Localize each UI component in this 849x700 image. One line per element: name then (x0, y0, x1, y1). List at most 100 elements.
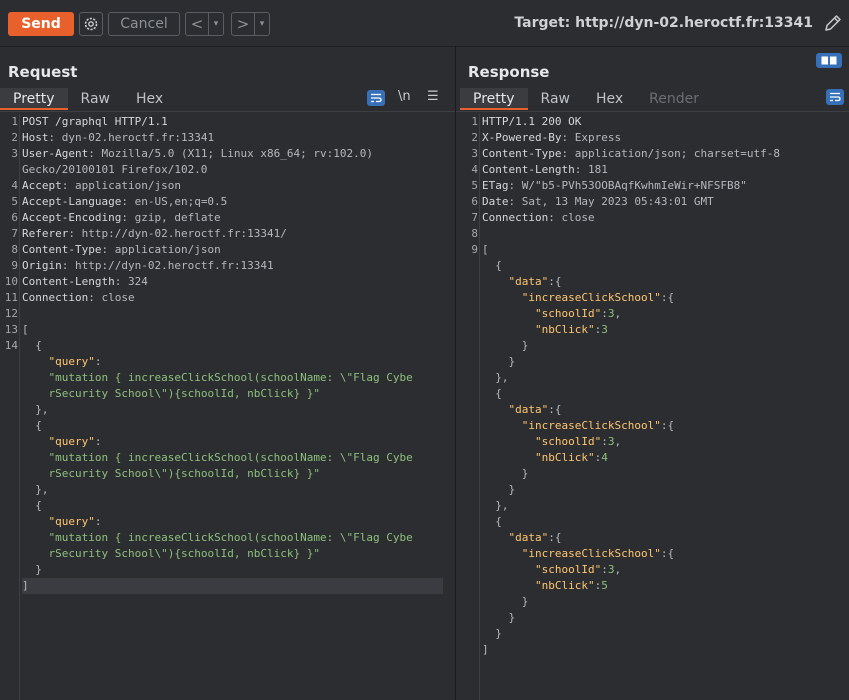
header-name: ETag (482, 179, 509, 192)
response-tabs: Pretty Raw Hex Render (460, 88, 712, 110)
tab-response-pretty[interactable]: Pretty (460, 88, 528, 110)
json-brace: }, (35, 403, 49, 416)
header-value: : gzip, deflate (121, 211, 221, 224)
code-line: "schoolId":3, (482, 306, 847, 322)
code-line: Content-Type: application/json; charset=… (482, 146, 847, 162)
header-value: : application/json (61, 179, 181, 192)
layout-toggle-button[interactable] (816, 53, 842, 68)
code-line: "mutation { increaseClickSchool(schoolNa… (22, 450, 443, 466)
header-value: : http://dyn-02.heroctf.fr:13341/ (68, 227, 287, 240)
tab-request-raw[interactable]: Raw (68, 88, 123, 110)
code-line: }, (482, 370, 847, 386)
cancel-button[interactable]: Cancel (108, 12, 180, 36)
code-line: ETag: W/"b5-PVh53OOBAqfKwhmIeWir+NFSFB8" (482, 178, 847, 194)
json-brace: }, (495, 499, 509, 512)
forward-nav: > ▾ (231, 12, 270, 36)
code-line: } (482, 354, 847, 370)
line-number: 11 (4, 291, 18, 304)
json-string: "mutation { increaseClickSchool(schoolNa… (48, 451, 413, 464)
json-string: rSecurity School\"){schoolId, nbClick} }… (48, 467, 321, 480)
request-code: POST /graphql HTTP/1.1 Host: dyn-02.hero… (22, 114, 443, 594)
code-line: } (482, 338, 847, 354)
back-history-dropdown[interactable]: ▾ (208, 13, 223, 35)
json-key: "query" (48, 435, 95, 448)
json-brace: { (35, 419, 42, 432)
code-line: ] (482, 642, 847, 658)
back-button[interactable]: < (186, 15, 208, 33)
header-value: : Express (561, 131, 622, 144)
json-string: "mutation { increaseClickSchool(schoolNa… (48, 531, 413, 544)
code-line: }, (22, 482, 443, 498)
send-button[interactable]: Send (8, 12, 74, 36)
header-name: Content-Type (482, 147, 562, 160)
tab-response-render[interactable]: Render (636, 88, 712, 110)
line-number: 9 (471, 243, 478, 256)
code-line: Host: dyn-02.heroctf.fr:13341 (22, 130, 443, 146)
json-comma: , (614, 563, 622, 576)
tab-response-hex[interactable]: Hex (583, 88, 636, 110)
line-number: 13 (4, 323, 18, 336)
line-number: 3 (11, 147, 18, 160)
header-name: Connection (482, 211, 549, 224)
request-title: Request (8, 63, 78, 81)
code-line: Content-Type: application/json (22, 242, 443, 258)
request-editor[interactable]: 1 2 3 4 5 6 7 8 9 10 11 12 13 14 POST /g… (0, 114, 455, 700)
line-number: 4 (11, 179, 18, 192)
response-wrap-toggle[interactable] (826, 89, 844, 105)
json-brace: { (495, 259, 502, 272)
code-line: rSecurity School\"){schoolId, nbClick} }… (22, 546, 443, 562)
code-line: "data":{ (482, 402, 847, 418)
json-key: "data" (508, 531, 549, 544)
forward-history-dropdown[interactable]: ▾ (254, 13, 269, 35)
edit-target-button[interactable] (823, 13, 843, 33)
json-brace: { (667, 547, 675, 560)
tab-request-pretty[interactable]: Pretty (0, 88, 68, 110)
word-wrap-icon (830, 92, 841, 102)
current-code-line: ] (22, 578, 443, 594)
code-line: Origin: http://dyn-02.heroctf.fr:13341 (22, 258, 443, 274)
header-value: : 324 (114, 275, 148, 288)
header-value: : application/json; charset=utf-8 (561, 147, 781, 160)
json-key: "schoolId" (534, 563, 602, 576)
json-key: "nbClick" (534, 323, 595, 336)
status-line: HTTP/1.1 200 OK (482, 115, 582, 128)
request-gutter: 1 2 3 4 5 6 7 8 9 10 11 12 13 14 (0, 114, 18, 354)
code-line: } (482, 466, 847, 482)
line-number: 10 (4, 275, 18, 288)
json-brace: } (508, 355, 516, 368)
line-number: 6 (471, 195, 478, 208)
json-key: "schoolId" (534, 307, 602, 320)
json-key: "schoolId" (534, 435, 602, 448)
forward-button[interactable]: > (232, 15, 254, 33)
header-name: Referer (22, 227, 69, 240)
header-name: Accept-Language (22, 195, 122, 208)
gutter-border (19, 114, 20, 700)
gutter-border (479, 114, 480, 700)
tab-request-hex[interactable]: Hex (123, 88, 176, 110)
line-number: 7 (471, 211, 478, 224)
request-wrap-toggle[interactable] (367, 90, 385, 106)
response-editor[interactable]: 1 2 3 4 5 6 7 8 9 HTTP/1.1 200 OK X-Powe… (460, 114, 849, 700)
newline-toggle[interactable]: \n (398, 89, 411, 104)
json-colon: : (601, 307, 608, 320)
code-line: "nbClick":5 (482, 578, 847, 594)
code-line: { (22, 498, 443, 514)
line-number: 2 (11, 131, 18, 144)
request-menu-button[interactable]: ☰ (427, 89, 439, 104)
target-label[interactable]: Target: http://dyn-02.heroctf.fr:13341 (514, 15, 813, 31)
code-line: "schoolId":3, (482, 434, 847, 450)
tab-response-raw[interactable]: Raw (528, 88, 583, 110)
header-name: X-Powered-By (482, 131, 562, 144)
settings-button[interactable] (79, 12, 103, 36)
panel-divider[interactable] (455, 46, 456, 700)
line-number: 8 (11, 243, 18, 256)
code-line: X-Powered-By: Express (482, 130, 847, 146)
code-line: "query": (22, 434, 443, 450)
json-bracket: ] (482, 643, 489, 656)
code-line: Accept-Encoding: gzip, deflate (22, 210, 443, 226)
line-number: 4 (471, 163, 478, 176)
json-key: "increaseClickSchool" (521, 547, 661, 560)
line-number: 7 (11, 227, 18, 240)
